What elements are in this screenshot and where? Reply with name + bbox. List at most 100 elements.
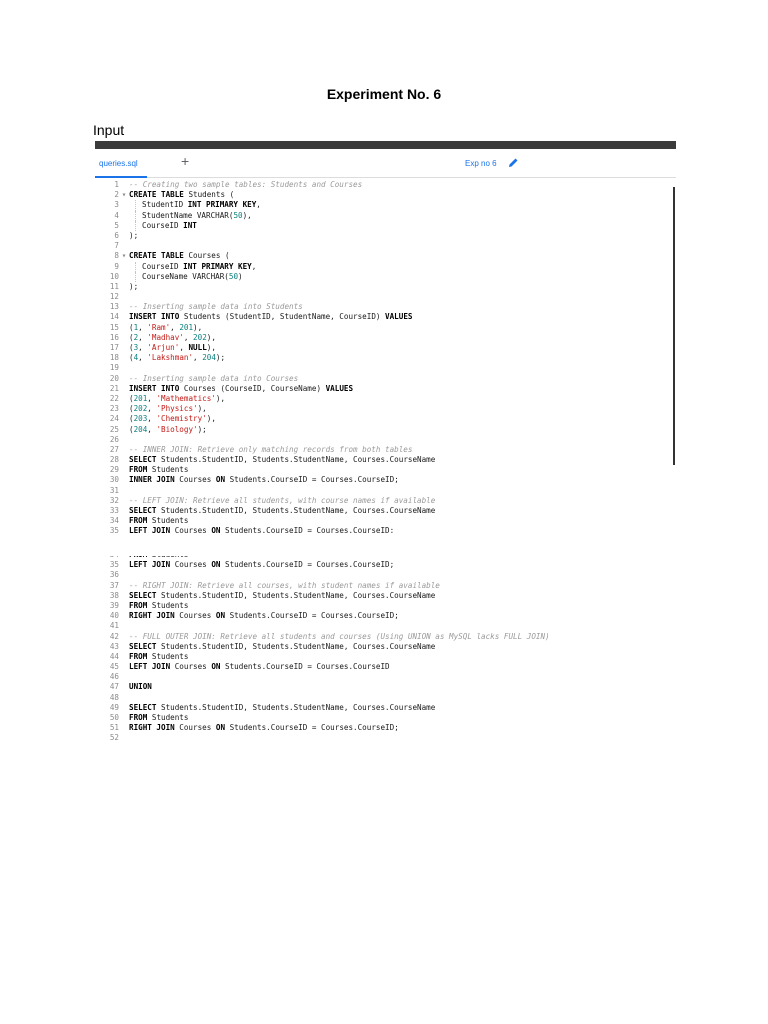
code-token: INT PRIMARY KEY <box>183 261 252 271</box>
window-top-bar <box>95 141 676 149</box>
code-token: ON <box>215 723 226 733</box>
code-token: -- Inserting sample data into Students <box>129 302 303 312</box>
line-number: 47 <box>109 682 119 692</box>
code-token: ); <box>215 353 226 363</box>
fold-gutter <box>119 180 129 190</box>
code-token: SELECT <box>129 702 157 712</box>
code-token: SELECT <box>129 590 157 600</box>
code-token: , <box>193 353 203 363</box>
fold-gutter <box>119 591 129 601</box>
code-line: 2 ▾ CREATE TABLE Students ( <box>95 190 676 200</box>
code-token: , <box>138 343 148 352</box>
code-token: ) <box>238 271 243 281</box>
code-text: (202, 'Physics'), <box>129 404 207 414</box>
code-line: 10 CourseName VARCHAR(50) <box>95 271 676 282</box>
line-number: 3 <box>114 200 119 210</box>
line-number: 28 <box>109 455 119 465</box>
code-line: 7 <box>95 241 676 251</box>
tab-queries-sql[interactable]: queries.sql <box>99 159 138 168</box>
code-token: ); <box>129 230 139 240</box>
fold-gutter <box>119 221 129 231</box>
code-token: , <box>138 322 148 332</box>
fold-gutter <box>119 353 129 363</box>
code-token: Courses <box>170 662 212 672</box>
code-token: 204 <box>202 353 216 363</box>
code-text: LEFT JOIN Courses ON Students.CourseID =… <box>129 526 394 533</box>
code-token: ), <box>197 404 207 414</box>
line-number: 49 <box>109 702 119 712</box>
code-token: FROM <box>129 516 148 526</box>
code-token: VALUES <box>385 312 413 322</box>
code-text: ); <box>129 282 138 292</box>
fold-gutter <box>119 404 129 414</box>
fold-arrow-icon[interactable]: ▾ <box>119 190 129 200</box>
code-line: 11); <box>95 282 676 292</box>
fold-gutter <box>119 363 129 373</box>
code-line: 52 <box>95 733 676 743</box>
code-token: ON <box>215 475 226 485</box>
code-text: INSERT INTO Courses (CourseID, CourseNam… <box>129 384 353 394</box>
line-number: 37 <box>109 580 119 590</box>
code-token: 203 <box>133 414 148 424</box>
fold-gutter <box>119 435 129 445</box>
fold-arrow-icon[interactable]: ▾ <box>119 251 129 261</box>
line-number: 42 <box>109 631 119 641</box>
code-token: , <box>256 200 261 210</box>
fold-gutter <box>119 693 129 703</box>
code-text: (204, 'Biology'); <box>129 425 207 435</box>
pencil-icon[interactable] <box>508 157 519 170</box>
fold-gutter <box>119 262 129 272</box>
code-line: 47 UNION <box>95 682 676 692</box>
line-number: 18 <box>109 353 119 363</box>
fold-gutter <box>119 526 129 533</box>
code-editor[interactable]: 1 -- Creating two sample tables: Students… <box>95 180 676 533</box>
fold-gutter <box>119 621 129 631</box>
code-text: -- FULL OUTER JOIN: Retrieve all student… <box>129 632 550 642</box>
code-token: NULL <box>188 343 207 352</box>
code-token: Courses <box>174 475 216 485</box>
code-token: -- Creating two sample tables: Students … <box>129 180 363 189</box>
code-text: -- Inserting sample data into Courses <box>129 374 298 384</box>
code-line: 1 -- Creating two sample tables: Students… <box>95 180 676 190</box>
code-token: Students <box>147 465 189 475</box>
code-token: StudentID <box>142 200 188 210</box>
line-number: 21 <box>109 383 119 393</box>
code-text: SELECT Students.StudentID, Students.Stud… <box>129 591 435 601</box>
code-token: SELECT <box>129 641 157 651</box>
line-number: 20 <box>109 373 119 383</box>
fold-gutter <box>119 672 129 682</box>
code-text: -- Inserting sample data into Students <box>129 302 303 312</box>
code-token: RIGHT JOIN <box>129 723 175 733</box>
code-line: 18 (4, 'Lakshman', 204); <box>95 353 676 363</box>
code-token: RIGHT JOIN <box>129 611 175 621</box>
line-number: 40 <box>109 611 119 621</box>
editor-scrollbar[interactable] <box>673 187 675 465</box>
fold-gutter <box>119 652 129 662</box>
fold-gutter <box>119 560 129 570</box>
code-editor-continued[interactable]: 34FROM Students35LEFT JOIN Courses ON St… <box>95 556 676 744</box>
code-token: LEFT JOIN <box>129 526 171 533</box>
code-token: Students.StudentID, Students.StudentName… <box>156 455 436 465</box>
fold-gutter <box>119 713 129 723</box>
code-line: 27 -- INNER JOIN: Retrieve only matching … <box>95 445 676 455</box>
code-token: 201 <box>179 322 194 332</box>
code-token: UNION <box>129 682 152 692</box>
code-token: SELECT <box>129 506 157 515</box>
fold-gutter <box>119 455 129 465</box>
code-token: FROM <box>129 600 148 610</box>
add-tab-button[interactable]: + <box>181 153 189 169</box>
line-number: 41 <box>109 621 119 631</box>
fold-gutter <box>119 231 129 241</box>
code-token: StudentName VARCHAR( <box>142 210 234 220</box>
line-number: 17 <box>109 343 119 352</box>
code-text: FROM Students <box>129 652 188 662</box>
code-token: CREATE TABLE <box>129 190 184 200</box>
code-token: 50 <box>233 210 243 220</box>
fold-gutter <box>119 302 129 312</box>
code-token: FROM <box>129 713 148 722</box>
active-tab-indicator <box>95 176 147 178</box>
code-token: INT <box>183 220 197 230</box>
code-text: StudentName VARCHAR(50), <box>135 210 252 221</box>
fold-gutter <box>119 486 129 496</box>
line-number: 26 <box>109 434 119 444</box>
